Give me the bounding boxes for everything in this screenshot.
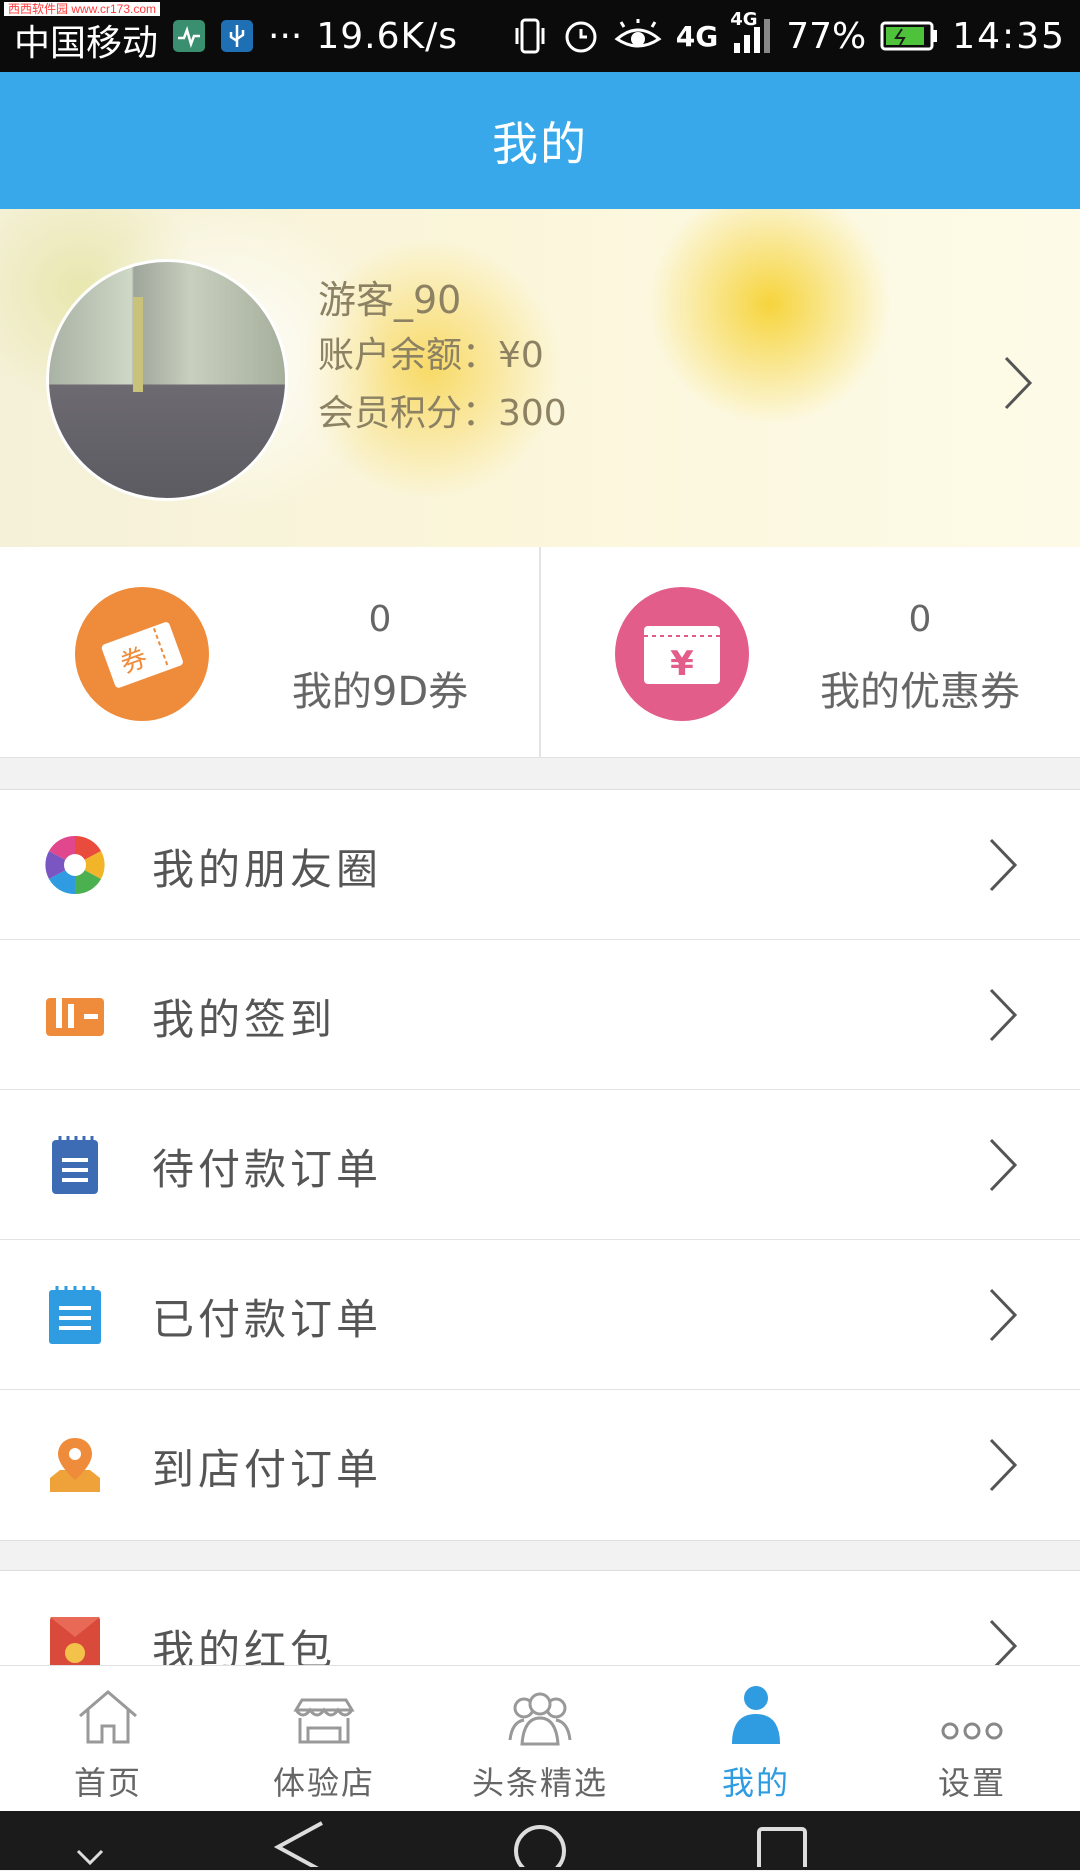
signal-icon: 4G [730, 9, 772, 55]
aperture-icon [44, 834, 106, 896]
back-icon[interactable] [270, 1817, 330, 1871]
coupon-icon: ¥ [615, 587, 749, 721]
location-pin-icon [44, 1434, 106, 1496]
chevron-right-icon [985, 1286, 1021, 1348]
svg-text:¥: ¥ [670, 644, 694, 684]
voucher-panel: 券 0 我的9D券 ¥ 0 我的优惠券 [0, 547, 1080, 758]
chevron-right-icon [985, 1436, 1021, 1498]
bottom-tab-bar: 首页 体验店 头条精选 我的 设置 [0, 1665, 1080, 1812]
menu-list-secondary: 我的红包 [0, 1570, 1080, 1666]
menu-item-label: 我的红包 [152, 1626, 337, 1666]
menu-item-red-envelope[interactable]: 我的红包 [0, 1571, 1080, 1666]
voucher-label: 我的9D券 [291, 669, 469, 715]
battery-icon [880, 21, 938, 51]
network-speed: 19.6K/s [316, 15, 459, 57]
health-app-icon [172, 19, 206, 53]
person-icon [728, 1684, 784, 1746]
clock: 14:35 [952, 15, 1066, 57]
tab-label: 首页 [73, 1764, 142, 1802]
checkin-icon [44, 984, 106, 1046]
status-bar: 西西软件园 www.cr173.com 中国移动 ··· 19.6K/s 4G … [0, 0, 1080, 72]
watermark: 西西软件园 www.cr173.com [4, 2, 161, 16]
menu-item-label: 待付款订单 [152, 1145, 383, 1194]
tab-settings[interactable]: 设置 [864, 1666, 1080, 1812]
menu-item-paid-orders[interactable]: 已付款订单 [0, 1240, 1080, 1390]
tab-label: 设置 [937, 1764, 1006, 1802]
status-overflow-dots: ··· [268, 15, 303, 57]
username: 游客_90 [318, 278, 462, 322]
ticket-icon: 券 [75, 587, 209, 721]
tab-label: 体验店 [272, 1764, 375, 1802]
usb-icon [220, 19, 254, 53]
network-4g-small: 4G [730, 9, 758, 30]
menu-item-label: 我的朋友圈 [152, 845, 383, 894]
network-4g: 4G [675, 19, 719, 53]
tab-label: 头条精选 [471, 1764, 608, 1802]
hide-keyboard-icon[interactable] [72, 1817, 108, 1871]
chevron-right-icon [985, 1136, 1021, 1198]
tab-label: 我的 [721, 1764, 790, 1802]
system-nav-bar [0, 1811, 1080, 1871]
chevron-right-icon [985, 986, 1021, 1048]
avatar[interactable] [46, 259, 288, 501]
eye-icon [614, 19, 662, 53]
profile-banner[interactable]: 游客_90 账户余额：¥0 会员积分：300 [0, 209, 1080, 547]
menu-list: 我的朋友圈 我的签到 待付款订单 已付款订单 到店付订单 [0, 789, 1080, 1541]
menu-item-in-store-orders[interactable]: 到店付订单 [0, 1390, 1080, 1540]
store-icon [292, 1684, 356, 1746]
voucher-count: 0 [368, 599, 392, 640]
home-icon [76, 1684, 140, 1746]
more-dots-icon [940, 1684, 1004, 1746]
carrier-name: 中国移动 [14, 23, 159, 64]
vibrate-icon [512, 16, 548, 56]
red-envelope-icon [44, 1615, 106, 1666]
tab-mine[interactable]: 我的 [648, 1666, 864, 1812]
battery-percent: 77% [786, 15, 867, 57]
my-9d-voucher[interactable]: 券 0 我的9D券 [0, 547, 540, 757]
notepad-icon [44, 1134, 106, 1196]
chevron-right-icon [985, 836, 1021, 898]
alarm-icon [562, 17, 600, 55]
tab-headlines[interactable]: 头条精选 [432, 1666, 648, 1812]
menu-item-pending-orders[interactable]: 待付款订单 [0, 1090, 1080, 1240]
menu-item-label: 到店付订单 [152, 1445, 383, 1494]
coupon-count: 0 [908, 599, 932, 640]
menu-item-label: 已付款订单 [152, 1295, 383, 1344]
menu-item-moments[interactable]: 我的朋友圈 [0, 790, 1080, 940]
recent-apps-icon[interactable] [755, 1817, 809, 1871]
page-title: 我的 [492, 116, 588, 171]
group-icon [506, 1684, 574, 1746]
chevron-right-icon [985, 1617, 1021, 1666]
tab-home[interactable]: 首页 [0, 1666, 216, 1812]
menu-item-checkin[interactable]: 我的签到 [0, 940, 1080, 1090]
home-button-icon[interactable] [510, 1817, 570, 1871]
tab-store[interactable]: 体验店 [216, 1666, 432, 1812]
coupon-label: 我的优惠券 [820, 669, 1020, 715]
account-balance: 账户余额：¥0 [318, 335, 544, 376]
notepad-blue-icon [44, 1284, 106, 1346]
page-header: 我的 [0, 72, 1080, 209]
my-coupon[interactable]: ¥ 0 我的优惠券 [540, 547, 1080, 757]
menu-item-label: 我的签到 [152, 995, 337, 1044]
chevron-right-icon[interactable] [1000, 354, 1036, 416]
member-points: 会员积分：300 [318, 393, 567, 434]
